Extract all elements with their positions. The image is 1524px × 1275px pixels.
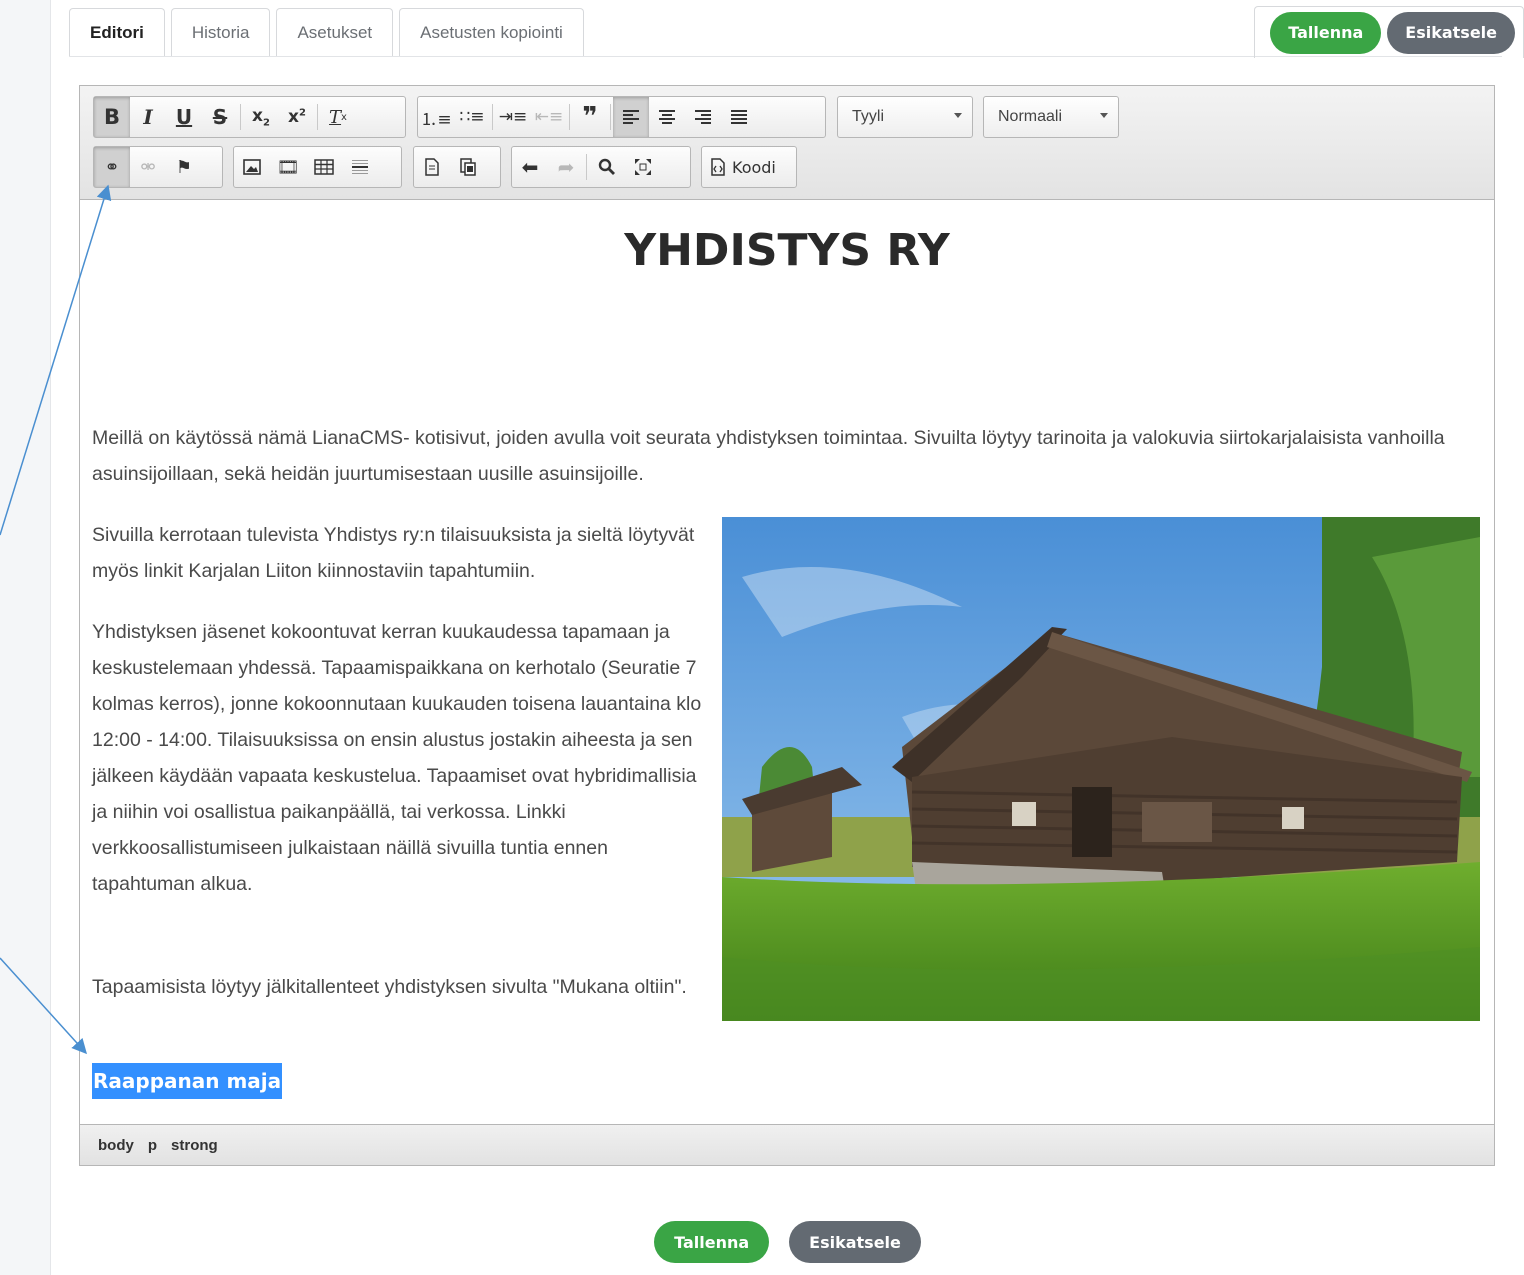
paragraph-events: Sivuilla kerrotaan tulevista Yhdistys ry… xyxy=(92,524,695,582)
bottom-actions: Tallenna Esikatsele xyxy=(51,1221,1524,1263)
bulleted-list-icon[interactable]: ∷≡ xyxy=(454,97,490,137)
preview-button-bottom[interactable]: Esikatsele xyxy=(789,1221,921,1263)
path-p[interactable]: p xyxy=(148,1137,157,1154)
horizontal-line-icon[interactable] xyxy=(342,147,378,187)
align-right-icon[interactable] xyxy=(685,97,721,137)
subscript-icon[interactable]: x2 xyxy=(243,97,279,137)
superscript-icon[interactable]: x2 xyxy=(279,97,315,137)
separator xyxy=(569,104,570,130)
editor-toolbar: B I U S x2 x2 Tx ⒈≡ ∷≡ ⇥≡ ⇤≡ ❞ Tyyli Nor… xyxy=(80,86,1494,200)
style-dropdown[interactable]: Tyyli xyxy=(837,96,973,138)
paragraph-meetings: Yhdistyksen jäsenet kokoontuvat kerran k… xyxy=(92,621,702,895)
maximize-icon[interactable] xyxy=(625,147,661,187)
link-icon[interactable]: ⚭ xyxy=(94,147,130,187)
outdent-icon[interactable]: ⇤≡ xyxy=(531,97,567,137)
strikethrough-icon[interactable]: S xyxy=(202,97,238,137)
separator xyxy=(492,104,493,130)
separator xyxy=(317,104,318,130)
tab-asetusten-kopiointi[interactable]: Asetusten kopiointi xyxy=(399,8,584,57)
path-body[interactable]: body xyxy=(98,1137,134,1154)
separator xyxy=(610,104,611,130)
paragraph-group: ⒈≡ ∷≡ ⇥≡ ⇤≡ ❞ xyxy=(417,96,826,138)
insert-group: 🎞 xyxy=(233,146,402,188)
chevron-down-icon xyxy=(954,113,962,118)
align-left-icon[interactable] xyxy=(613,97,649,137)
links-group: ⚭ ⚮ ⚑ xyxy=(93,146,223,188)
format-dropdown[interactable]: Normaali xyxy=(983,96,1119,138)
format-dropdown-label: Normaali xyxy=(998,108,1063,125)
chevron-down-icon xyxy=(1100,113,1108,118)
tab-editori[interactable]: Editori xyxy=(69,8,165,57)
source-group: Koodi xyxy=(701,146,797,188)
top-actions: Tallenna Esikatsele xyxy=(1254,6,1524,58)
remove-format-icon[interactable]: Tx xyxy=(320,97,356,137)
style-dropdown-label: Tyyli xyxy=(852,108,884,125)
element-path-bar: body p strong xyxy=(80,1124,1494,1165)
tab-historia[interactable]: Historia xyxy=(170,8,271,57)
separator xyxy=(586,154,587,180)
basic-styles-group: B I U S x2 x2 Tx xyxy=(93,96,406,138)
numbered-list-icon[interactable]: ⒈≡ xyxy=(418,97,454,137)
document-title: YHDISTYS RY xyxy=(624,225,950,276)
underline-icon[interactable]: U xyxy=(166,97,202,137)
blockquote-icon[interactable]: ❞ xyxy=(572,97,608,137)
log-cabin-photo[interactable] xyxy=(722,517,1480,1021)
page: Editori Historia Asetukset Asetusten kop… xyxy=(50,0,1524,1275)
redo-icon[interactable]: ➦ xyxy=(548,147,584,187)
preview-button-top[interactable]: Esikatsele xyxy=(1387,11,1515,54)
code-icon xyxy=(711,158,725,176)
editor-content-area[interactable]: YHDISTYS RY Meillä on käytössä nämä Lian… xyxy=(80,201,1494,1125)
justify-icon[interactable] xyxy=(721,97,757,137)
selected-text-raappanan-maja[interactable]: Raappanan maja xyxy=(92,1063,283,1099)
document-group xyxy=(413,146,501,188)
undo-icon[interactable]: ⬅ xyxy=(512,147,548,187)
media-embed-icon[interactable]: 🎞 xyxy=(270,147,306,187)
separator xyxy=(240,104,241,130)
paste-from-word-icon[interactable] xyxy=(450,147,486,187)
bold-icon[interactable]: B xyxy=(94,97,130,137)
tab-bar: Editori Historia Asetukset Asetusten kop… xyxy=(69,8,590,57)
table-icon[interactable] xyxy=(306,147,342,187)
paragraph-recordings: Tapaamisista löytyy jälkitallenteet yhdi… xyxy=(92,976,687,998)
rich-text-editor: B I U S x2 x2 Tx ⒈≡ ∷≡ ⇥≡ ⇤≡ ❞ Tyyli Nor… xyxy=(79,85,1495,1166)
indent-icon[interactable]: ⇥≡ xyxy=(495,97,531,137)
align-center-icon[interactable] xyxy=(649,97,685,137)
source-code-button[interactable]: Koodi xyxy=(702,147,784,187)
image-icon[interactable] xyxy=(234,147,270,187)
path-strong[interactable]: strong xyxy=(171,1137,218,1154)
save-button-bottom[interactable]: Tallenna xyxy=(654,1221,770,1263)
italic-icon[interactable]: I xyxy=(130,97,166,137)
unlink-icon[interactable]: ⚮ xyxy=(130,147,166,187)
anchor-flag-icon[interactable]: ⚑ xyxy=(166,147,202,187)
tab-asetukset[interactable]: Asetukset xyxy=(276,8,394,57)
save-button-top[interactable]: Tallenna xyxy=(1270,11,1382,54)
intro-paragraph: Meillä on käytössä nämä LianaCMS- kotisi… xyxy=(92,427,1445,485)
source-code-label: Koodi xyxy=(732,157,776,177)
search-icon[interactable] xyxy=(589,147,625,187)
template-icon[interactable] xyxy=(414,147,450,187)
history-tools-group: ⬅ ➦ xyxy=(511,146,691,188)
